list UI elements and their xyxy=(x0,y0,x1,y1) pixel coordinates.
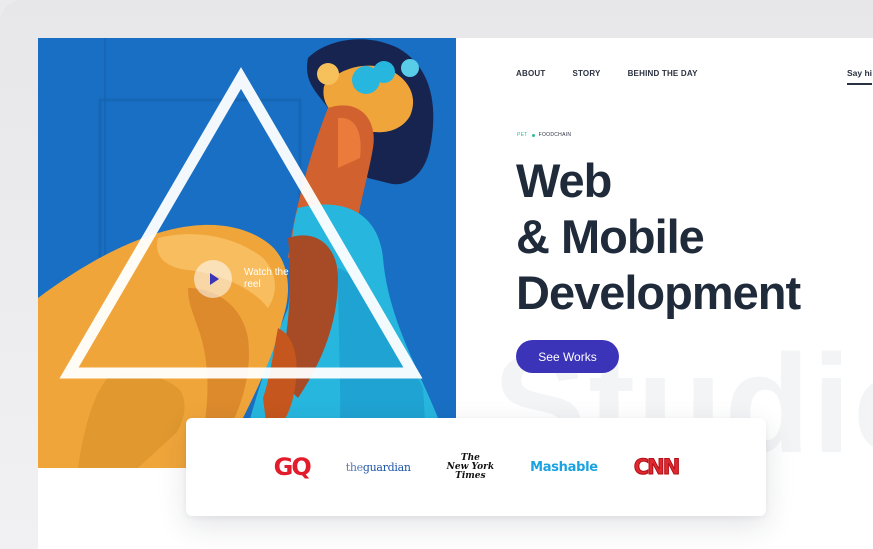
breadcrumb-item-first[interactable]: PET xyxy=(517,132,528,138)
nyt-logo: The New York Times xyxy=(447,453,494,481)
breadcrumb: PET FOODCHAIN xyxy=(517,132,571,138)
breadcrumb-separator xyxy=(531,133,535,137)
cnn-logo: CNN xyxy=(633,455,681,480)
nav-item-story[interactable]: STORY xyxy=(572,69,600,78)
nyt-line-3: Times xyxy=(455,470,486,481)
landing-page: Studio xyxy=(38,38,873,549)
title-line-2: & Mobile xyxy=(516,210,705,263)
see-works-button[interactable]: See Works xyxy=(516,340,619,373)
hero-image: Watch the reel xyxy=(38,38,456,468)
nav-item-about[interactable]: ABOUT xyxy=(516,69,545,78)
watch-reel-label: Watch the reel xyxy=(244,267,289,290)
page-title: Web & Mobile Development xyxy=(516,153,801,321)
mural-artwork xyxy=(38,38,456,468)
title-line-3: Development xyxy=(516,266,801,319)
nav-item-behind-the-day[interactable]: BEHIND THE DAY xyxy=(628,69,698,78)
guardian-logo: theguardian xyxy=(346,461,411,474)
guardian-name: guardian xyxy=(362,460,411,474)
title-line-1: Web xyxy=(516,154,612,207)
main-nav: ABOUT STORY BEHIND THE DAY xyxy=(516,69,725,78)
gq-logo-text: GQ xyxy=(273,453,312,481)
play-button[interactable] xyxy=(194,260,232,298)
mashable-logo: Mashable xyxy=(530,459,598,475)
guardian-prefix: the xyxy=(345,460,363,474)
gq-logo: GQ xyxy=(273,453,312,481)
play-icon xyxy=(210,273,219,285)
watch-reel-link[interactable]: Watch the reel xyxy=(194,260,296,298)
press-logos-card: GQ theguardian The New York Times Mashab… xyxy=(186,418,766,516)
breadcrumb-item-second[interactable]: FOODCHAIN xyxy=(539,132,572,138)
say-hi-link[interactable]: Say hi xyxy=(847,68,873,85)
